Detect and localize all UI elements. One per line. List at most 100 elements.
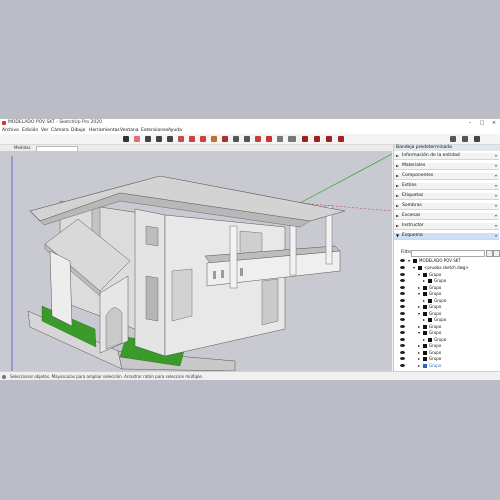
close-icon[interactable]: × (489, 119, 499, 127)
outliner-row[interactable]: ▾ <prueba sketch.dwg> (400, 265, 500, 271)
visibility-eye-icon[interactable] (400, 337, 405, 341)
panel-menu-icon[interactable]: ▾ (495, 223, 497, 229)
visibility-eye-icon[interactable] (400, 311, 405, 315)
tray-panel[interactable]: ► Sombras ▾ (394, 203, 499, 210)
tray-panel[interactable]: ► Estilos ▾ (394, 183, 499, 190)
visibility-eye-icon[interactable] (400, 292, 405, 295)
visibility-eye-icon[interactable] (400, 259, 405, 262)
line-icon[interactable] (145, 136, 151, 142)
panel-menu-icon[interactable]: ▾ (495, 213, 497, 219)
expand-toggle-icon[interactable]: ▾ (413, 265, 415, 271)
info-icon[interactable] (2, 375, 6, 379)
panel-menu-icon[interactable]: ▾ (495, 153, 497, 159)
expand-toggle-icon[interactable]: ▾ (408, 258, 410, 264)
menu-edicion[interactable]: Edición (22, 127, 38, 134)
outliner-row[interactable]: ▾ Grupo (400, 291, 500, 297)
menu-herramientas[interactable]: Herramientas (89, 127, 120, 134)
visibility-eye-icon[interactable] (400, 266, 405, 269)
panel-menu-icon[interactable]: ▾ (495, 193, 497, 199)
visibility-eye-icon[interactable] (400, 363, 405, 367)
outliner-row[interactable]: ▸ Grupo (400, 363, 500, 369)
outliner-row[interactable]: ▾ MODELADO POV SKT (400, 258, 500, 264)
collapse-toggle-icon[interactable]: ▸ (423, 298, 425, 304)
layout-icon[interactable] (326, 136, 332, 142)
scale-icon[interactable] (211, 136, 217, 142)
visibility-eye-icon[interactable] (400, 272, 405, 276)
minimize-icon[interactable]: – (465, 119, 475, 127)
3d-warehouse-icon[interactable] (302, 136, 308, 142)
outliner-row[interactable]: ▸ Grupo (400, 356, 500, 362)
menu-ver[interactable]: Ver (41, 127, 48, 134)
visibility-eye-icon[interactable] (400, 357, 405, 360)
push-pull-icon[interactable] (178, 136, 184, 142)
menu-dibujo[interactable]: Dibujo (71, 127, 85, 134)
collapse-toggle-icon[interactable]: ▸ (418, 324, 420, 330)
panel-menu-icon[interactable]: ▾ (495, 163, 497, 169)
menu-ventana[interactable]: Ventana (120, 127, 138, 134)
tape-measure-icon[interactable] (233, 136, 239, 142)
collapse-toggle-icon[interactable]: ▸ (418, 350, 420, 356)
paint-bucket-icon[interactable] (255, 136, 261, 142)
visibility-eye-icon[interactable] (400, 305, 405, 308)
panel-menu-icon[interactable]: ▾ (495, 183, 497, 189)
offset-icon[interactable] (222, 136, 228, 142)
outliner-row[interactable]: ▸ Grupo (400, 337, 500, 343)
panel-menu-icon[interactable]: ▾ (495, 233, 497, 239)
visibility-eye-icon[interactable] (400, 350, 405, 354)
outliner-row[interactable]: ▸ Grupo (400, 324, 500, 330)
settings-icon[interactable] (474, 136, 480, 142)
move-icon[interactable] (189, 136, 195, 142)
outliner-row[interactable]: ▸ Grupo (400, 285, 500, 291)
arc-icon[interactable] (156, 136, 162, 142)
outliner-filter-icon[interactable] (486, 250, 493, 257)
collapse-toggle-icon[interactable]: ▸ (418, 304, 420, 310)
collapse-toggle-icon[interactable]: ▸ (423, 337, 425, 343)
geo-icon[interactable] (462, 136, 468, 142)
select-icon[interactable] (123, 136, 129, 142)
outliner-row[interactable]: ▸ Grupo (400, 343, 500, 349)
add-location-icon[interactable] (450, 136, 456, 142)
rotate-icon[interactable] (200, 136, 206, 142)
visibility-eye-icon[interactable] (400, 331, 405, 334)
menu-ayuda[interactable]: Ayuda (168, 127, 182, 134)
outliner-row[interactable]: ▸ Grupo (400, 350, 500, 356)
visibility-eye-icon[interactable] (400, 324, 405, 328)
outliner-row[interactable]: ▸ Grupo (400, 304, 500, 310)
collapse-toggle-icon[interactable]: ▸ (423, 278, 425, 284)
collapse-toggle-icon[interactable]: ▸ (418, 343, 420, 349)
filter-input[interactable] (411, 250, 485, 257)
maximize-icon[interactable]: □ (477, 119, 487, 127)
ruby-icon[interactable] (338, 136, 344, 142)
eraser-icon[interactable] (134, 136, 140, 142)
visibility-eye-icon[interactable] (400, 318, 405, 321)
extension-warehouse-icon[interactable] (314, 136, 320, 142)
expand-toggle-icon[interactable]: ▾ (418, 311, 420, 317)
tray-panel[interactable]: ► Información de la entidad ▾ (394, 153, 499, 160)
tray-panel[interactable]: ► Escenas ▾ (394, 213, 499, 220)
collapse-toggle-icon[interactable]: ▸ (418, 363, 420, 369)
tray-panel[interactable]: ► Componentes ▾ (394, 173, 499, 180)
tray-panel[interactable]: ▼ Esquema ▾ (394, 233, 499, 240)
visibility-eye-icon[interactable] (400, 279, 405, 282)
menu-extensiones[interactable]: Extensiones (141, 127, 168, 134)
collapse-toggle-icon[interactable]: ▸ (418, 285, 420, 291)
outliner-row[interactable]: ▸ Grupo (400, 278, 500, 284)
collapse-toggle-icon[interactable]: ▸ (418, 356, 420, 362)
outliner-row[interactable]: ▾ Grupo (400, 272, 500, 278)
panel-menu-icon[interactable]: ▾ (495, 203, 497, 209)
expand-toggle-icon[interactable]: ▾ (418, 330, 420, 336)
outliner-row[interactable]: ▾ Grupo (400, 330, 500, 336)
expand-toggle-icon[interactable]: ▾ (418, 291, 420, 297)
outliner-row[interactable]: ▸ Grupo (400, 317, 500, 323)
visibility-eye-icon[interactable] (400, 298, 405, 302)
panel-menu-icon[interactable]: ▾ (495, 173, 497, 179)
outliner-options-icon[interactable] (493, 250, 500, 257)
outliner-row[interactable]: ▾ Grupo (400, 311, 500, 317)
visibility-eye-icon[interactable] (400, 344, 405, 347)
pan-icon[interactable] (277, 136, 283, 142)
menu-camara[interactable]: Cámara (51, 127, 69, 134)
collapse-toggle-icon[interactable]: ▸ (423, 317, 425, 323)
outliner-row[interactable]: ▸ Grupo (400, 298, 500, 304)
expand-toggle-icon[interactable]: ▾ (418, 272, 420, 278)
tray-panel[interactable]: ► Instructor ▾ (394, 223, 499, 230)
